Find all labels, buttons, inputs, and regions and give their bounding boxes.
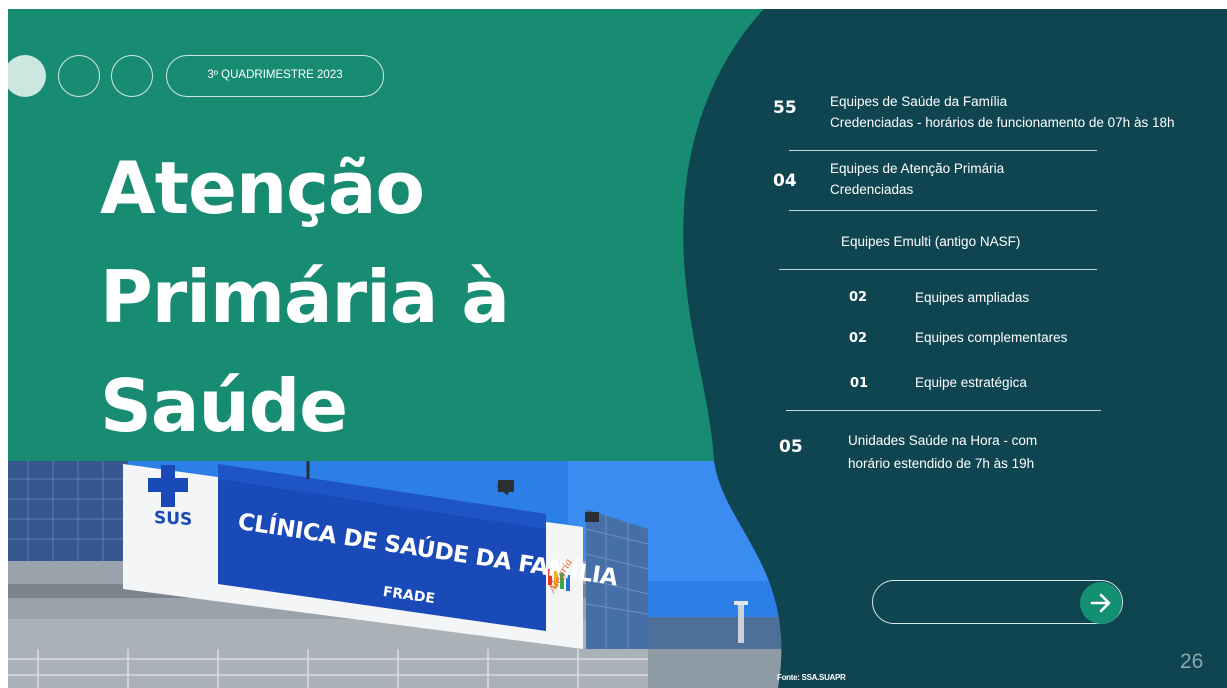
- emulti-number: 02: [849, 290, 868, 305]
- stat-number-shh: 05: [779, 437, 803, 457]
- page-number: 26: [1180, 650, 1204, 673]
- divider: [786, 410, 1101, 411]
- period-badge: 3º QUADRIMESTRE 2023: [166, 55, 384, 97]
- stat-label-shh-line1: Unidades Saúde na Hora - com: [848, 433, 1038, 448]
- emulti-number: 01: [850, 376, 869, 391]
- divider: [789, 150, 1097, 151]
- nav-dot[interactable]: [58, 55, 100, 97]
- emulti-heading: Equipes Emulti (antigo NASF): [841, 234, 1021, 249]
- stat-number-eap: 04: [773, 171, 797, 191]
- emulti-label: Equipe estratégica: [915, 375, 1027, 390]
- next-button[interactable]: [1080, 582, 1122, 624]
- source-note: Fonte: SSA.SUAPR: [777, 673, 846, 682]
- stat-label-shh-line2: horário estendido de 7h às 19h: [848, 456, 1035, 471]
- emulti-label: Equipes ampliadas: [915, 290, 1030, 305]
- slide: SUS CLÍNICA DE SAÚDE DA FAMÍLIA FRADE Al…: [8, 9, 1227, 688]
- clinic-photo: [8, 461, 798, 688]
- emulti-number: 02: [849, 331, 868, 346]
- emulti-label: Equipes complementares: [915, 330, 1068, 345]
- stat-number-esf: 55: [773, 98, 797, 118]
- title-line: Atenção: [100, 146, 425, 230]
- slide-title: Atenção Primária à Saúde: [100, 134, 510, 461]
- stat-label-eap-line2: Credenciadas: [830, 182, 914, 197]
- nav-dot[interactable]: [111, 55, 153, 97]
- stat-label-eap-line1: Equipes de Atenção Primária: [830, 161, 1005, 176]
- sus-logo-text: SUS: [154, 507, 193, 531]
- stat-label-esf-line2: Credenciadas - horários de funcionamento…: [830, 115, 1175, 130]
- stat-label-esf-line1: Equipes de Saúde da Família: [830, 94, 1008, 109]
- title-line: Saúde: [100, 364, 348, 448]
- divider: [789, 210, 1097, 211]
- arrow-right-icon: [1090, 593, 1111, 613]
- title-line: Primária à: [100, 255, 510, 339]
- divider: [779, 269, 1097, 270]
